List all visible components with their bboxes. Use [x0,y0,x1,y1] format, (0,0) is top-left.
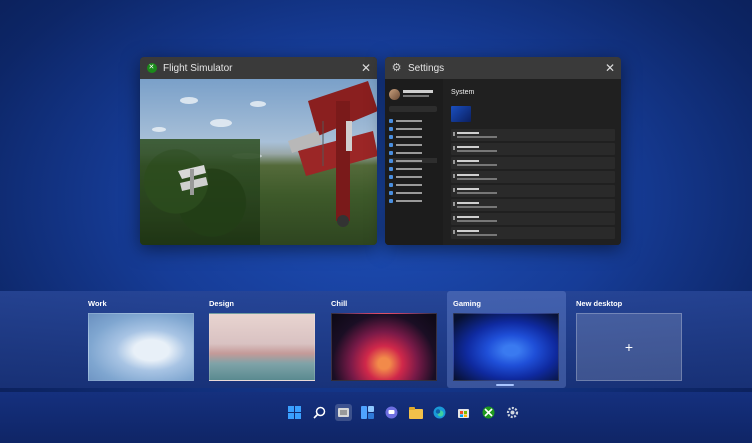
biplane-small-image [178,165,208,195]
window-title: Flight Simulator [163,62,233,74]
flight-simulator-titlebar[interactable]: Flight Simulator ✕ [140,57,377,79]
new-desktop[interactable]: New desktop + [576,291,696,388]
wallpaper-thumbnail [451,106,471,122]
xbox-icon [146,63,157,74]
virtual-desktops-bar: Work Design Chill Gaming New desktop + [0,291,752,388]
desktop-thumbnail[interactable] [209,313,315,381]
desktop-label: Work [88,299,107,308]
avatar [389,89,400,100]
taskbar [0,392,752,443]
biplane-image [288,81,377,227]
settings-titlebar[interactable]: ⚙ Settings ✕ [385,57,621,79]
plus-icon: + [624,339,634,355]
desktop-label: Chill [331,299,348,308]
desktop-design[interactable]: Design [209,291,329,388]
settings-sidebar [385,79,443,245]
close-icon[interactable]: ✕ [361,61,371,75]
selected-desktop-indicator [496,384,514,386]
windows-start-icon[interactable] [286,404,303,421]
settings-window[interactable]: ⚙ Settings ✕ System [385,57,621,245]
desktop-gaming[interactable]: Gaming [447,291,566,388]
gear-icon: ⚙ [391,61,402,74]
desktop-chill[interactable]: Chill [331,291,451,388]
search-icon[interactable] [311,404,328,421]
settings-heading: System [451,89,475,96]
desktop-work[interactable]: Work [88,291,208,388]
settings-preview: System [385,79,621,245]
flight-simulator-window[interactable]: Flight Simulator ✕ [140,57,377,245]
task-view-icon[interactable] [335,404,352,421]
desktop-label: Design [209,299,235,308]
desktop-thumbnail[interactable] [88,313,194,381]
settings-gear-icon[interactable] [504,404,521,421]
settings-search-input [389,106,437,112]
teams-chat-icon[interactable] [383,404,400,421]
settings-main: System [447,79,621,245]
window-title: Settings [408,62,445,74]
add-desktop-button[interactable]: + [576,313,682,381]
file-explorer-icon[interactable] [407,404,424,421]
xbox-icon[interactable] [480,404,497,421]
desktop-thumbnail[interactable] [453,313,559,381]
desktop-label: New desktop [576,299,623,308]
desktop-thumbnail[interactable] [331,313,437,381]
edge-icon[interactable] [431,404,448,421]
flight-simulator-preview [140,79,377,245]
widgets-icon[interactable] [359,404,376,421]
close-icon[interactable]: ✕ [605,61,615,75]
desktop-label: Gaming [453,299,481,308]
store-icon[interactable] [455,404,472,421]
